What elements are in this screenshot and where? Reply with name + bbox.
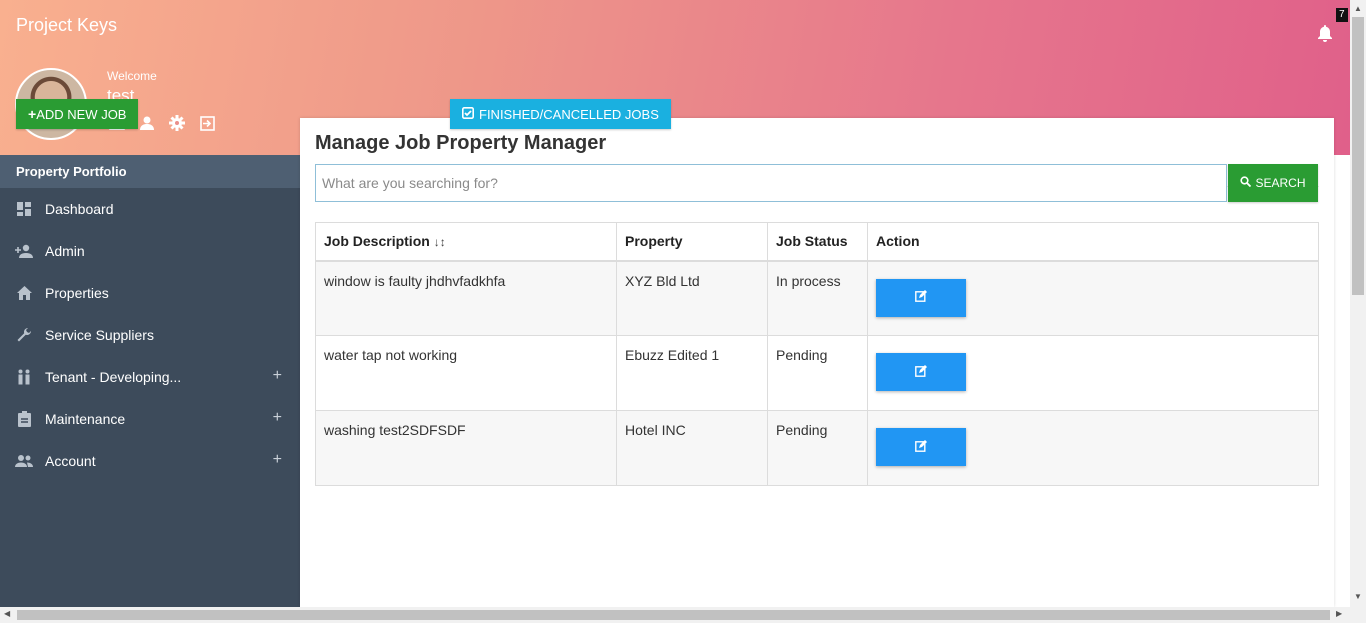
expand-icon[interactable]: +: [273, 451, 282, 469]
gear-icon[interactable]: [168, 114, 186, 132]
add-new-job-label: ADD NEW JOB: [36, 106, 127, 122]
sidebar-item-admin[interactable]: Admin: [0, 230, 300, 272]
action-cell: [867, 410, 1319, 486]
job-description-cell: water tap not working: [315, 335, 617, 411]
scroll-down-arrow-icon[interactable]: ▼: [1354, 592, 1362, 601]
check-square-icon: [462, 106, 474, 122]
sidebar-item-label: Maintenance: [45, 411, 126, 427]
scroll-up-arrow-icon[interactable]: ▲: [1354, 4, 1362, 13]
sidebar-item-properties[interactable]: Properties: [0, 272, 300, 314]
person-icon[interactable]: [138, 114, 156, 132]
column-header-action: Action: [867, 222, 1319, 262]
sidebar-item-label: Dashboard: [45, 201, 114, 217]
search-input[interactable]: [315, 164, 1227, 202]
person-add-icon: [15, 242, 33, 260]
sidebar-item-tenant[interactable]: Tenant - Developing... +: [0, 356, 300, 398]
status-cell: Pending: [767, 410, 868, 486]
logout-icon[interactable]: [198, 114, 216, 132]
scroll-left-arrow-icon[interactable]: ◀: [4, 609, 10, 618]
sidebar-item-label: Tenant - Developing...: [45, 369, 182, 385]
table-row: washing test2SDFSDF Hotel INC Pending: [315, 410, 1319, 486]
search-icon: [1240, 176, 1252, 190]
sidebar-item-label: Admin: [45, 243, 85, 259]
notification-badge: 7: [1336, 8, 1348, 22]
property-cell: XYZ Bld Ltd: [616, 260, 768, 336]
edit-icon: [915, 364, 927, 380]
status-cell: Pending: [767, 335, 868, 411]
sidebar-header: Property Portfolio: [0, 155, 300, 188]
sidebar-item-label: Properties: [45, 285, 109, 301]
horizontal-scrollbar-thumb[interactable]: [17, 610, 1330, 620]
vertical-scrollbar[interactable]: ▲ ▼: [1350, 0, 1366, 607]
job-description-cell: washing test2SDFSDF: [315, 410, 617, 486]
finished-cancelled-label: FINISHED/CANCELLED JOBS: [479, 106, 659, 122]
edit-job-button[interactable]: [876, 353, 966, 391]
status-cell: In process: [767, 260, 868, 336]
welcome-label: Welcome: [107, 69, 157, 83]
finished-cancelled-jobs-button[interactable]: FINISHED/CANCELLED JOBS: [450, 99, 671, 129]
jobs-table: Job Description ↓↕ Property Job Status A…: [315, 222, 1319, 486]
home-icon: [15, 284, 33, 302]
sort-icon[interactable]: ↓↕: [434, 235, 446, 249]
edit-job-button[interactable]: [876, 428, 966, 466]
clipboard-icon: [15, 410, 33, 428]
action-cell: [867, 335, 1319, 411]
column-header-property[interactable]: Property: [616, 222, 768, 262]
scroll-right-arrow-icon[interactable]: ▶: [1336, 609, 1342, 618]
property-cell: Hotel INC: [616, 410, 768, 486]
sidebar-item-maintenance[interactable]: Maintenance +: [0, 398, 300, 440]
app-title[interactable]: Project Keys: [16, 15, 117, 36]
edit-icon: [915, 290, 927, 305]
table-row: water tap not working Ebuzz Edited 1 Pen…: [315, 335, 1319, 411]
action-cell: [867, 260, 1319, 336]
column-header-job-description[interactable]: Job Description ↓↕: [315, 222, 617, 262]
search-button[interactable]: SEARCH: [1228, 164, 1318, 202]
edit-icon: [915, 439, 927, 455]
expand-icon[interactable]: +: [273, 409, 282, 427]
column-header-job-status[interactable]: Job Status: [767, 222, 868, 262]
bell-icon[interactable]: [1317, 25, 1337, 45]
sidebar-item-label: Service Suppliers: [45, 327, 154, 343]
page-title: Manage Job Property Manager: [315, 132, 607, 154]
expand-icon[interactable]: +: [273, 367, 282, 385]
sidebar: Property Portfolio Dashboard Admin Prope…: [0, 155, 300, 607]
job-description-cell: window is faulty jhdhvfadkhfa: [315, 260, 617, 336]
people-icon: [15, 368, 33, 386]
search-label: SEARCH: [1255, 176, 1306, 190]
sidebar-item-label: Account: [45, 453, 96, 469]
wrench-icon: [15, 326, 33, 344]
table-header-row: Job Description ↓↕ Property Job Status A…: [315, 222, 1319, 262]
table-row: window is faulty jhdhvfadkhfa XYZ Bld Lt…: [315, 260, 1319, 336]
edit-job-button[interactable]: [876, 278, 966, 317]
sidebar-item-account[interactable]: Account +: [0, 440, 300, 482]
horizontal-scrollbar[interactable]: ◀ ▶: [0, 607, 1366, 623]
sidebar-item-service-suppliers[interactable]: Service Suppliers: [0, 314, 300, 356]
dashboard-icon: [15, 200, 33, 218]
plus-icon: +: [28, 106, 37, 122]
group-icon: [15, 452, 33, 470]
sidebar-item-dashboard[interactable]: Dashboard: [0, 188, 300, 230]
property-cell: Ebuzz Edited 1: [616, 335, 768, 411]
add-new-job-button[interactable]: + ADD NEW JOB: [16, 99, 139, 129]
vertical-scrollbar-thumb[interactable]: [1352, 17, 1364, 295]
